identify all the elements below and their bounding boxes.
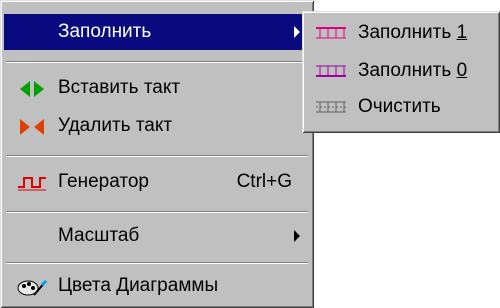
menu-item-scale[interactable]: Масштаб	[4, 218, 310, 254]
fill-submenu: Заполнить 1 Заполнить 0 Очистить	[302, 11, 500, 133]
menu-separator	[6, 61, 308, 63]
menu-item-insert-beat-label: Вставить такт	[58, 77, 181, 98]
delete-beat-icon	[20, 119, 44, 135]
menu-item-diagram-colors[interactable]: Цвета Диаграммы	[4, 268, 310, 304]
menu-item-insert-beat[interactable]: Вставить такт	[4, 70, 310, 106]
menu-item-fill-label: Заполнить	[58, 21, 152, 42]
menu-item-generator[interactable]: Генератор Ctrl+G	[4, 164, 310, 200]
context-menu: Заполнить Вставить такт Удалить такт Ген…	[0, 0, 314, 308]
submenu-arrow-icon	[294, 26, 300, 38]
menu-item-fill[interactable]: Заполнить	[4, 14, 310, 50]
menu-separator	[6, 262, 308, 264]
menu-item-generator-shortcut: Ctrl+G	[236, 171, 292, 192]
menu-item-delete-beat[interactable]: Удалить такт	[4, 108, 310, 144]
menu-item-scale-label: Масштаб	[58, 225, 140, 246]
submenu-item-fill-one-label: Заполнить	[358, 22, 457, 43]
menu-separator	[6, 155, 308, 157]
submenu-arrow-icon	[294, 230, 300, 242]
palette-brush-icon	[17, 279, 48, 296]
submenu-item-fill-zero-accent: 0	[456, 60, 468, 81]
submenu-item-fill-one-accent: 1	[456, 22, 468, 43]
submenu-item-fill-zero[interactable]: Заполнить 0	[306, 55, 496, 87]
menu-separator	[6, 211, 308, 213]
generator-icon	[18, 177, 46, 191]
submenu-item-clear-label: Очистить	[358, 96, 441, 117]
menu-item-diagram-colors-label: Цвета Диаграммы	[58, 275, 219, 296]
fill-one-icon	[316, 27, 346, 39]
clear-icon	[316, 101, 346, 113]
submenu-item-fill-zero-label: Заполнить	[358, 60, 457, 81]
submenu-item-fill-one[interactable]: Заполнить 1	[306, 17, 496, 49]
fill-zero-icon	[316, 65, 346, 77]
submenu-item-clear[interactable]: Очистить	[306, 91, 496, 123]
menu-item-delete-beat-label: Удалить такт	[58, 115, 173, 136]
menu-item-generator-label: Генератор	[58, 171, 149, 192]
insert-beat-icon	[20, 81, 44, 97]
